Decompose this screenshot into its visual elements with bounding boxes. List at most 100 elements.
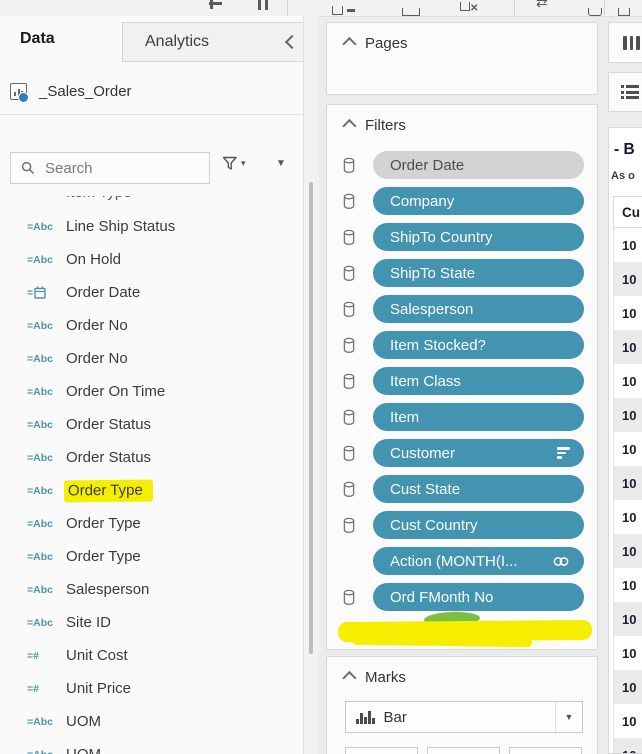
filter-pill-label: Ord FMonth No	[390, 589, 493, 606]
field-row[interactable]: =Abc =# = Site ID	[0, 606, 303, 639]
table-row[interactable]: 10	[613, 262, 642, 296]
filter-pill[interactable]: Action (MONTH(I...	[373, 547, 584, 575]
filter-pill-row: ShipTo State	[327, 255, 597, 291]
filter-pill[interactable]: Cust State	[373, 475, 584, 503]
field-row[interactable]: =Abc =# = Order On Time	[0, 375, 303, 408]
columns-icon	[623, 36, 642, 50]
abc-icon: =Abc	[27, 518, 53, 530]
filter-pill[interactable]: Order Date	[373, 151, 584, 179]
table-row[interactable]: 10	[613, 296, 642, 330]
abc-icon: =Abc	[27, 386, 53, 398]
worksheet-view: - B As o Cu 1010101010101010101010101010…	[608, 127, 642, 754]
table-row[interactable]: 10	[613, 670, 642, 704]
field-row[interactable]: =Abc =# = Order Type	[0, 507, 303, 540]
filter-pill[interactable]: Cust Country	[373, 511, 584, 539]
chevron-up-icon[interactable]	[342, 670, 356, 684]
field-row[interactable]: =Abc =# = Order No	[0, 309, 303, 342]
table-row[interactable]: 10	[613, 738, 642, 754]
filter-pill[interactable]: ShipTo State	[373, 259, 584, 287]
table-row[interactable]: 10	[613, 534, 642, 568]
table-row[interactable]: 10	[613, 500, 642, 534]
table-row[interactable]: 10	[613, 602, 642, 636]
field-row[interactable]: =Abc =# = Unit Price	[0, 672, 303, 705]
toolbar-icon-show-me[interactable]	[402, 3, 420, 17]
filter-pill[interactable]: Item	[373, 403, 584, 431]
toolbar-icon-pause-updates[interactable]	[258, 0, 268, 10]
field-row[interactable]: =Abc =# = UOM	[0, 705, 303, 738]
table-row[interactable]: 10	[613, 568, 642, 602]
rows-shelf[interactable]	[608, 72, 642, 112]
filter-pill[interactable]: Item Stocked?	[373, 331, 584, 359]
filter-pill[interactable]: Salesperson	[373, 295, 584, 323]
field-row[interactable]: =Abc =# = Item Type	[0, 196, 303, 210]
toolbar-icon-fit[interactable]	[618, 3, 630, 17]
filter-pill[interactable]: ShipTo Country	[373, 223, 584, 251]
filter-pill-row: Salesperson	[327, 291, 597, 327]
sheet-subtitle: As o	[611, 170, 635, 182]
filter-pill-row: Customer	[327, 435, 597, 471]
field-row[interactable]: =Abc =# = Order Date	[0, 276, 303, 309]
filter-pill-row: ShipTo Country	[327, 219, 597, 255]
toolbar-icon-highlight[interactable]	[588, 3, 602, 17]
field-label: Order Date	[64, 284, 148, 301]
search-input[interactable]	[43, 159, 187, 178]
toolbar-icon-new-datasource[interactable]	[205, 0, 230, 14]
field-label: Order Type	[64, 548, 149, 565]
filter-pill-label: Item Stocked?	[390, 337, 486, 354]
search-box[interactable]	[10, 152, 210, 184]
marks-text-button[interactable]	[509, 747, 582, 754]
scrollbar-thumb[interactable]	[309, 182, 313, 654]
toolbar-icon-clear-sheet[interactable]: ✕	[460, 2, 478, 14]
collapse-pane-button[interactable]	[287, 23, 297, 61]
mark-type-dropdown[interactable]: Bar ▼	[345, 701, 583, 733]
column-header-cell[interactable]: Cu	[613, 196, 642, 228]
field-row[interactable]: =Abc =# = Order Status	[0, 408, 303, 441]
toolbar-icon-new-worksheet[interactable]	[332, 2, 355, 17]
marks-color-button[interactable]	[345, 747, 418, 754]
filter-pill-row: Order Date	[327, 147, 597, 183]
filter-pill[interactable]: Ord FMonth No	[373, 583, 584, 611]
table-row[interactable]: 10	[613, 228, 642, 262]
dropdown-caret-button[interactable]: ▼	[555, 702, 582, 732]
chevron-up-icon[interactable]	[342, 118, 356, 132]
table-row[interactable]: 10	[613, 364, 642, 398]
filter-pill-label: Cust Country	[390, 517, 478, 534]
pages-shelf: Pages	[326, 22, 598, 95]
field-filter-button[interactable]: ▾	[222, 156, 246, 171]
datasource-icon	[10, 83, 30, 100]
field-row[interactable]: =Abc =# = Salesperson	[0, 573, 303, 606]
filter-pill[interactable]: Company	[373, 187, 584, 215]
abc-icon: =Abc	[27, 716, 53, 728]
field-label: UOM	[64, 713, 109, 730]
pane-menu-button[interactable]: ▼	[276, 158, 286, 169]
toolbar-icon-swap-axes[interactable]: ⇄	[536, 0, 548, 11]
field-row[interactable]: =Abc =# = Order Status	[0, 441, 303, 474]
table-row[interactable]: 10	[613, 432, 642, 466]
field-row[interactable]: =Abc =# = UOM	[0, 738, 303, 754]
filter-pill-row: Cust Country	[327, 507, 597, 543]
filter-pill[interactable]: Customer	[373, 439, 584, 467]
field-row[interactable]: =Abc =# = Order Type	[0, 474, 303, 507]
field-row[interactable]: =Abc =# = Unit Cost	[0, 639, 303, 672]
table-row[interactable]: 10	[613, 636, 642, 670]
chevron-up-icon[interactable]	[342, 36, 356, 50]
filter-pill[interactable]: Item Class	[373, 367, 584, 395]
field-row[interactable]: =Abc =# = Order Type	[0, 540, 303, 573]
columns-shelf[interactable]	[608, 22, 642, 63]
field-row[interactable]: =Abc =# = On Hold	[0, 243, 303, 276]
database-icon	[343, 409, 355, 426]
marks-size-button[interactable]	[427, 747, 500, 754]
field-row[interactable]: =Abc =# = Order No	[0, 342, 303, 375]
database-icon	[343, 481, 355, 498]
abc-icon: =Abc	[27, 452, 53, 464]
table-row[interactable]: 10	[613, 466, 642, 500]
table-row[interactable]: 10	[613, 704, 642, 738]
database-icon	[343, 589, 355, 606]
datasource-row[interactable]: _Sales_Order	[0, 68, 303, 115]
tab-analytics[interactable]: Analytics	[122, 22, 303, 62]
field-row[interactable]: =Abc =# = Line Ship Status	[0, 210, 303, 243]
tab-data[interactable]: Data	[0, 16, 122, 62]
data-pane-scrollbar[interactable]	[303, 16, 319, 754]
table-row[interactable]: 10	[613, 398, 642, 432]
table-row[interactable]: 10	[613, 330, 642, 364]
